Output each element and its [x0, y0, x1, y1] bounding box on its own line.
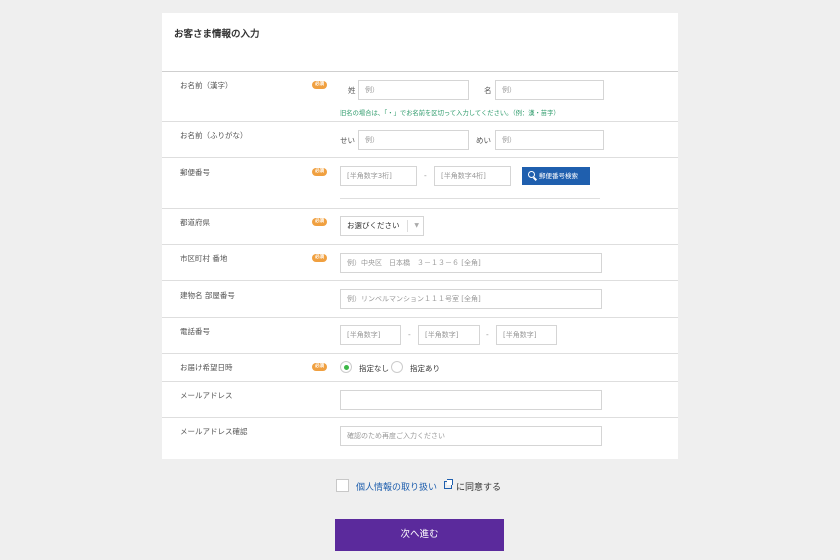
- postal-search-label: 郵便番号検索: [539, 172, 578, 180]
- form-title: お客さま情報の入力: [174, 29, 260, 40]
- first-name-label: 名: [484, 86, 492, 95]
- required-badge: 必須: [312, 363, 327, 371]
- required-badge: 必須: [312, 254, 327, 262]
- title-divider: [162, 71, 678, 72]
- postal-search-button[interactable]: 郵便番号検索: [522, 167, 590, 185]
- last-name-input[interactable]: 例）: [358, 80, 469, 100]
- delivery-none-radio[interactable]: [340, 361, 352, 373]
- radio-dot: [343, 364, 349, 370]
- first-name-kana-label: めい: [476, 136, 491, 145]
- postal-second-input[interactable]: [半角数字4桁]: [434, 166, 511, 186]
- postal-label: 郵便番号: [180, 168, 210, 177]
- postal-first-input[interactable]: [半角数字3桁]: [340, 166, 417, 186]
- delivery-label: お届け希望日時: [180, 363, 233, 372]
- row-divider: [162, 244, 678, 245]
- last-name-label: 姓: [348, 86, 356, 95]
- row-divider: [162, 417, 678, 418]
- row-divider: [162, 317, 678, 318]
- postal-dash: -: [424, 171, 427, 180]
- chevron-down-icon: ▼: [414, 222, 419, 229]
- agreement-checkbox[interactable]: [336, 479, 349, 492]
- select-separator: [407, 220, 408, 232]
- delivery-some-label[interactable]: 指定あり: [410, 363, 440, 374]
- phone-part3-input[interactable]: [半角数字]: [496, 325, 557, 345]
- building-label: 建物名 部屋番号: [180, 291, 235, 300]
- postal-sub-divider: [340, 198, 600, 199]
- prefecture-selected-value: お選びください: [347, 221, 400, 230]
- name-kanji-label: お名前（漢字）: [180, 81, 233, 90]
- last-name-kana-input[interactable]: 例）: [358, 130, 469, 150]
- email-confirm-input[interactable]: 確認のため再度ご入力ください: [340, 426, 602, 446]
- city-input[interactable]: 例）中央区 日本橋 ３－１３－６ [全角]: [340, 253, 602, 273]
- next-button[interactable]: 次へ進む: [335, 519, 504, 551]
- name-kana-label: お名前（ふりがな）: [180, 131, 248, 140]
- email-input[interactable]: [340, 390, 602, 410]
- agreement-tail-text: に同意する: [456, 483, 502, 493]
- search-icon: [528, 171, 535, 178]
- row-divider: [162, 353, 678, 354]
- phone-part1-input[interactable]: [半角数字]: [340, 325, 401, 345]
- name-note: 旧名の場合は、「・」でお名前を区切って入力してください。（例：漢・苗字）: [340, 110, 560, 117]
- email-label: メールアドレス: [180, 391, 233, 400]
- city-label: 市区町村 番地: [180, 254, 228, 263]
- first-name-input[interactable]: 例）: [495, 80, 604, 100]
- required-badge: 必須: [312, 168, 327, 176]
- row-divider: [162, 121, 678, 122]
- phone-dash: -: [486, 330, 489, 339]
- phone-label: 電話番号: [180, 327, 210, 336]
- delivery-none-label[interactable]: 指定なし: [359, 363, 389, 374]
- delivery-some-radio[interactable]: [391, 361, 403, 373]
- building-input[interactable]: 例）リンベルマンション１１１号室 [全角]: [340, 289, 602, 309]
- external-link-icon: [444, 479, 453, 489]
- required-badge: 必須: [312, 81, 327, 89]
- customer-info-card: お客さま情報の入力 お名前（漢字） 必須 姓 例） 名 例） 旧名の場合は、「・…: [162, 13, 678, 459]
- required-badge: 必須: [312, 218, 327, 226]
- prefecture-label: 都道府県: [180, 218, 210, 227]
- prefecture-select[interactable]: お選びください ▼: [340, 216, 424, 236]
- privacy-policy-link[interactable]: 個人情報の取り扱い: [356, 480, 437, 493]
- phone-dash: -: [408, 330, 411, 339]
- last-name-kana-label: せい: [340, 136, 355, 145]
- row-divider: [162, 157, 678, 158]
- first-name-kana-input[interactable]: 例）: [495, 130, 604, 150]
- phone-part2-input[interactable]: [半角数字]: [418, 325, 480, 345]
- row-divider: [162, 280, 678, 281]
- row-divider: [162, 208, 678, 209]
- row-divider: [162, 381, 678, 382]
- email-confirm-label: メールアドレス確認: [180, 427, 248, 436]
